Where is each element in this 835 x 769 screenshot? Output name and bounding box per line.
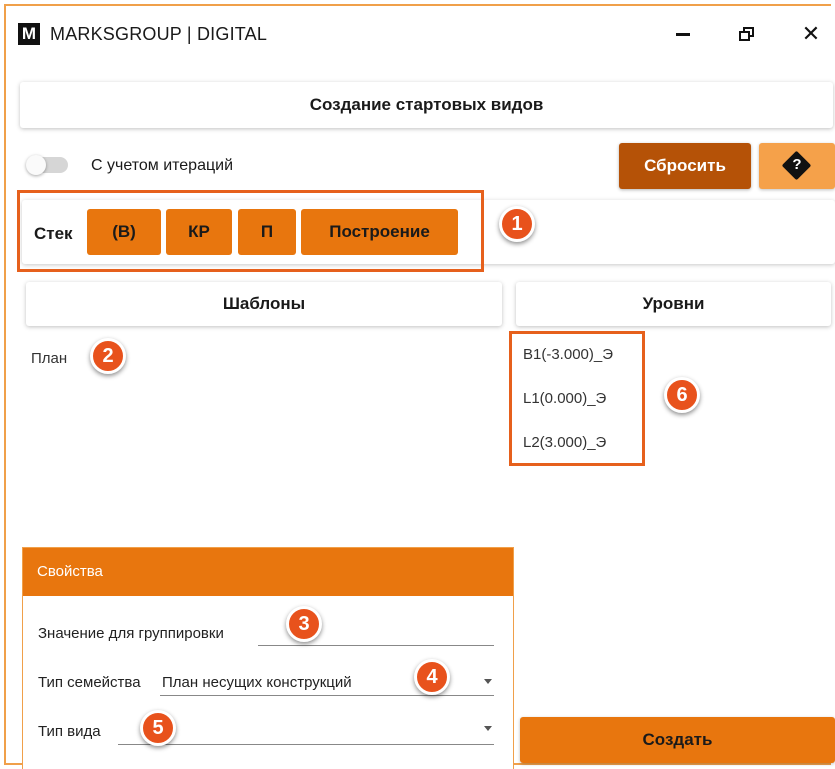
stack-button-v[interactable]: (В) [87,209,161,255]
toggle-knob [26,155,46,175]
grouping-input-underline [258,645,494,646]
grouping-label: Значение для группировки [38,625,224,642]
family-type-select[interactable]: План несущих конструкций [162,674,352,691]
stack-button-kr[interactable]: КР [166,209,232,255]
minimize-button[interactable] [666,20,700,48]
iteration-toggle[interactable] [26,155,68,175]
marker-3: 3 [286,606,322,642]
stack-button-build[interactable]: Построение [301,209,458,255]
properties-header: Свойства [23,548,513,596]
reset-button[interactable]: Сбросить [619,143,751,189]
iteration-toggle-label: С учетом итераций [91,157,234,174]
app-window: M MARKSGROUP | DIGITAL ✕ Создание старто… [4,4,835,769]
close-button[interactable]: ✕ [794,20,828,48]
marker-5: 5 [140,710,176,746]
create-button[interactable]: Создать [520,717,835,763]
view-type-underline [118,744,494,745]
level-item-l1[interactable]: L1(0.000)_Э [523,390,606,407]
stack-button-p[interactable]: П [238,209,296,255]
close-icon: ✕ [801,21,821,46]
page-title: Создание стартовых видов [20,82,833,128]
restore-icon-front [739,31,750,41]
view-type-label: Тип вида [38,723,101,740]
marker-2: 2 [90,338,126,374]
marker-6: 6 [664,377,700,413]
tab-levels[interactable]: Уровни [516,282,831,326]
marker-1: 1 [499,206,535,242]
template-item-plan[interactable]: План [31,350,67,367]
title-bar[interactable]: M MARKSGROUP | DIGITAL ✕ [6,6,831,62]
app-title: MARKSGROUP | DIGITAL [50,24,268,44]
family-type-label: Тип семейства [38,674,141,691]
chevron-down-icon[interactable] [484,726,492,731]
marker-4: 4 [414,659,450,695]
level-item-b1[interactable]: B1(-3.000)_Э [523,346,613,363]
family-type-underline [160,695,494,696]
help-button[interactable]: ? [759,143,835,189]
level-item-l2[interactable]: L2(3.000)_Э [523,434,606,451]
stack-label: Стек [34,224,73,243]
app-logo: M [18,23,40,45]
help-icon-glyph: ? [792,156,802,173]
tab-templates[interactable]: Шаблоны [26,282,502,326]
restore-button[interactable] [730,20,764,48]
chevron-down-icon[interactable] [484,679,492,684]
